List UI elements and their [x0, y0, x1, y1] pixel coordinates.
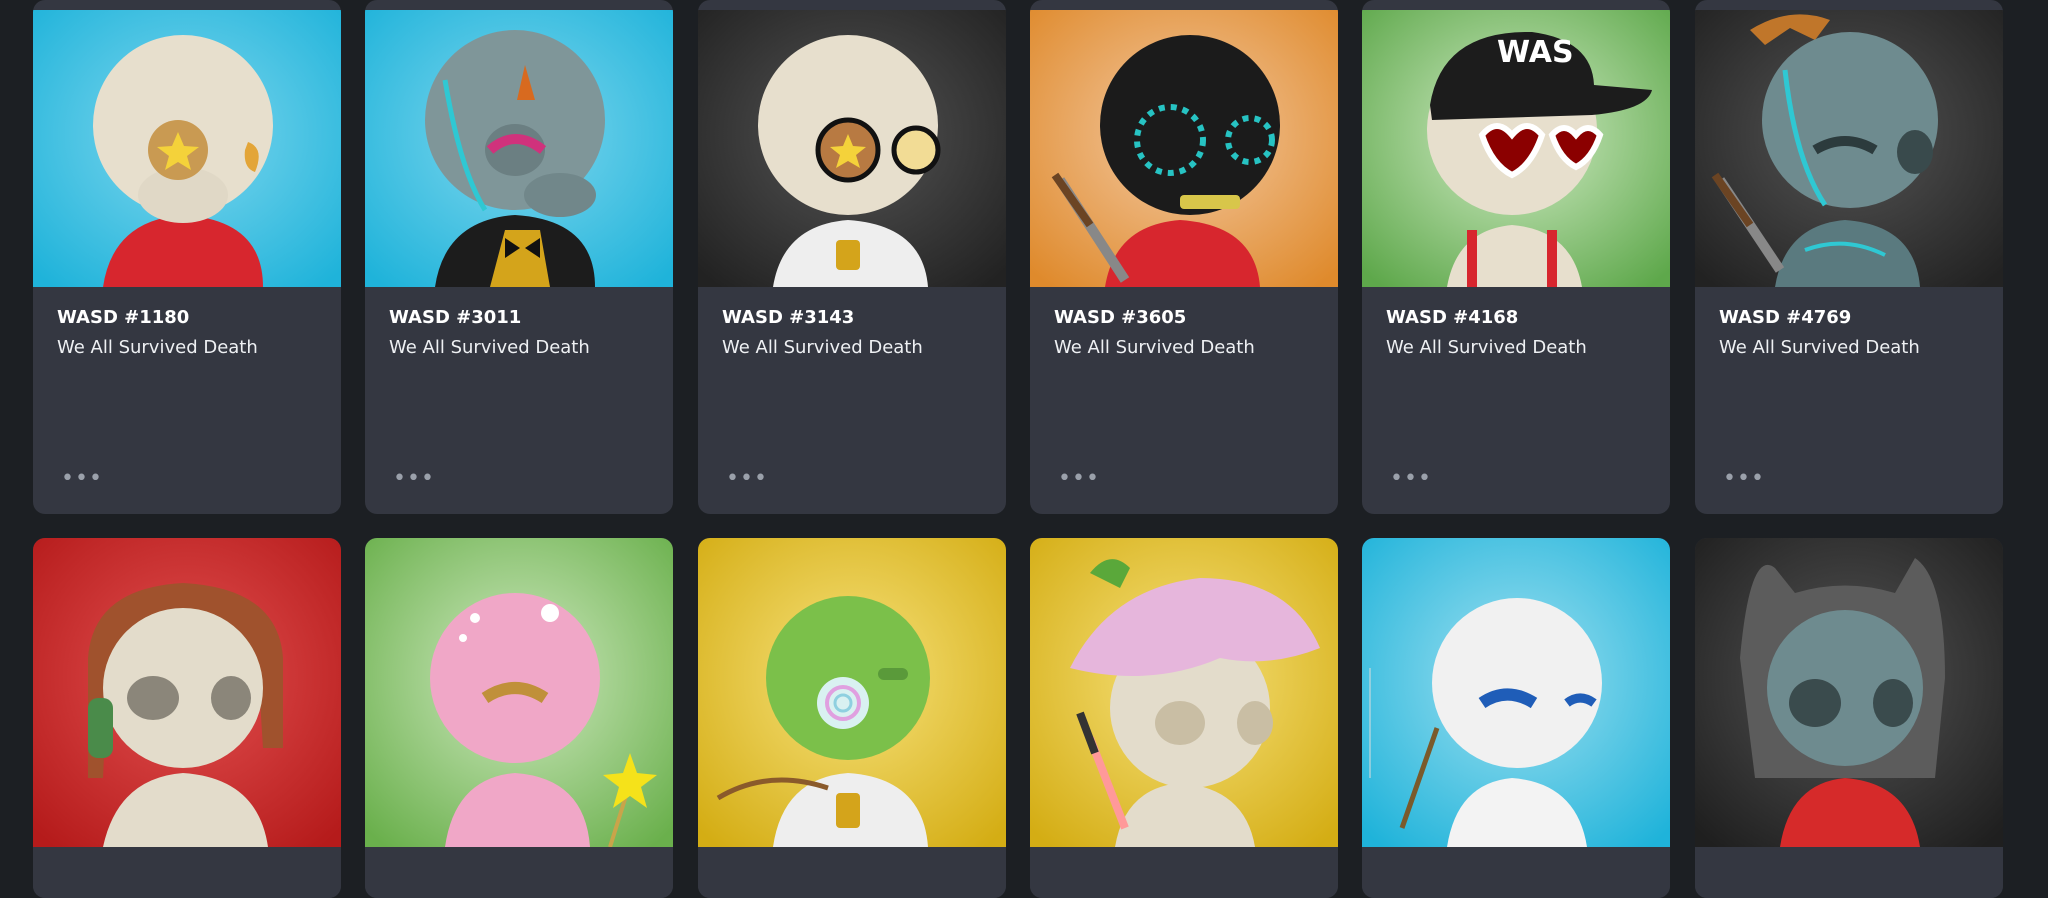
nft-image[interactable]: [1030, 538, 1338, 847]
more-options-icon[interactable]: •••: [1058, 468, 1100, 490]
nft-image[interactable]: [365, 10, 673, 287]
nft-card[interactable]: [1030, 538, 1338, 898]
nft-image[interactable]: [1695, 538, 2003, 847]
nft-card[interactable]: WASD #1180 We All Survived Death •••: [33, 0, 341, 514]
nft-card-footer: [33, 847, 341, 898]
nft-title[interactable]: WASD #1180: [57, 307, 189, 328]
nft-card[interactable]: [33, 538, 341, 898]
nft-image[interactable]: [1030, 10, 1338, 287]
nft-title[interactable]: WASD #4168: [1386, 307, 1518, 328]
nft-collection[interactable]: We All Survived Death: [722, 337, 923, 358]
nft-collection[interactable]: We All Survived Death: [1386, 337, 1587, 358]
nft-card-footer: [365, 847, 673, 898]
nft-image[interactable]: [33, 10, 341, 287]
nft-image[interactable]: [698, 538, 1006, 847]
nft-card[interactable]: [1695, 538, 2003, 898]
more-options-icon[interactable]: •••: [61, 468, 103, 490]
nft-card[interactable]: WASD #4769 We All Survived Death •••: [1695, 0, 2003, 514]
nft-card[interactable]: [1362, 538, 1670, 898]
cap-text: WAS: [1497, 35, 1574, 70]
more-options-icon[interactable]: •••: [1723, 468, 1765, 490]
nft-card[interactable]: WASD #3143 We All Survived Death •••: [698, 0, 1006, 514]
nft-card-footer: [1695, 847, 2003, 898]
nft-collection[interactable]: We All Survived Death: [389, 337, 590, 358]
nft-image[interactable]: [33, 538, 341, 847]
nft-card-footer: [698, 847, 1006, 898]
nft-image[interactable]: [365, 538, 673, 847]
nft-card[interactable]: WASD #3605 We All Survived Death •••: [1030, 0, 1338, 514]
nft-collection[interactable]: We All Survived Death: [57, 337, 258, 358]
nft-collection[interactable]: We All Survived Death: [1054, 337, 1255, 358]
nft-title[interactable]: WASD #3143: [722, 307, 854, 328]
nft-card[interactable]: [698, 538, 1006, 898]
nft-card[interactable]: [365, 538, 673, 898]
more-options-icon[interactable]: •••: [393, 468, 435, 490]
nft-card-footer: [1030, 847, 1338, 898]
nft-collection[interactable]: We All Survived Death: [1719, 337, 1920, 358]
nft-image[interactable]: [698, 10, 1006, 287]
nft-card[interactable]: WAS WASD #4168 We All Survived Death •••: [1362, 0, 1670, 514]
more-options-icon[interactable]: •••: [726, 468, 768, 490]
nft-card-footer: [1362, 847, 1670, 898]
nft-title[interactable]: WASD #3605: [1054, 307, 1186, 328]
nft-card[interactable]: WASD #3011 We All Survived Death •••: [365, 0, 673, 514]
nft-image[interactable]: [1362, 538, 1670, 847]
nft-title[interactable]: WASD #3011: [389, 307, 521, 328]
more-options-icon[interactable]: •••: [1390, 468, 1432, 490]
nft-image[interactable]: [1695, 10, 2003, 287]
nft-image[interactable]: WAS: [1362, 10, 1670, 287]
nft-title[interactable]: WASD #4769: [1719, 307, 1851, 328]
